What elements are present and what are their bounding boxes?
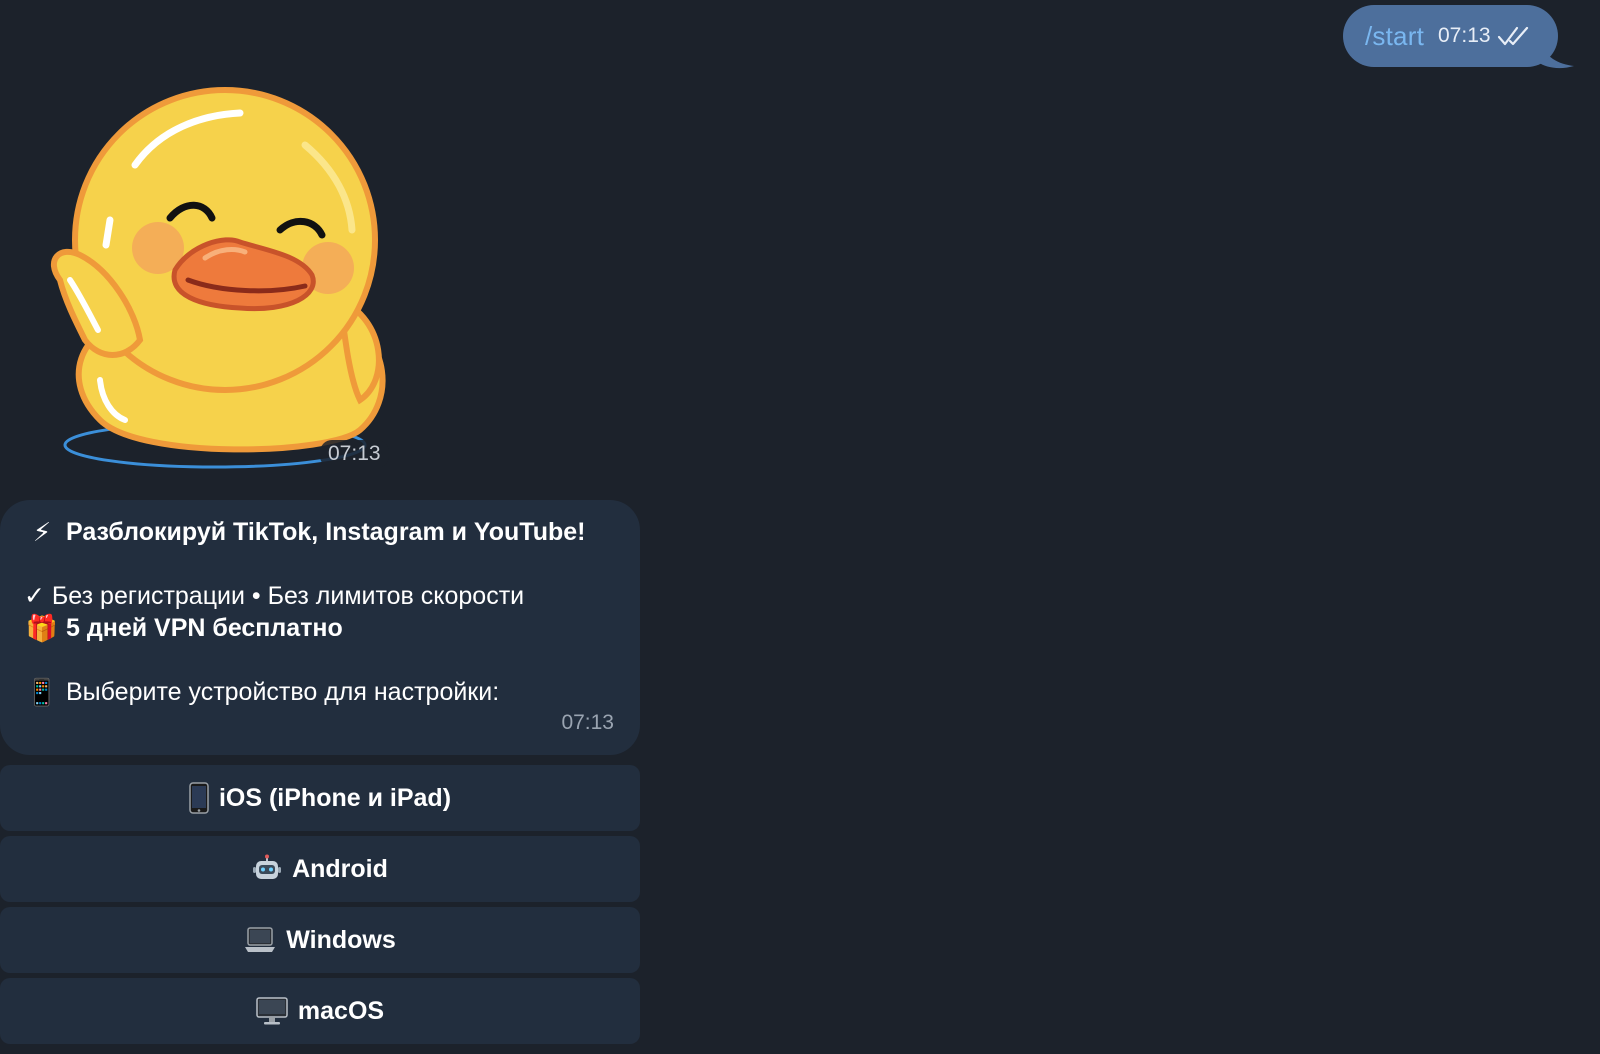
message-time: 07:13 [1438, 24, 1491, 47]
phone-icon: 📱 [25, 677, 59, 707]
phone-icon [189, 782, 209, 814]
double-check-icon [1497, 26, 1528, 46]
command-link[interactable]: /start [1365, 21, 1424, 52]
sticker-time: 07:13 [320, 440, 389, 468]
macos-button-label: macOS [297, 996, 385, 1025]
prompt-text: Выберите устройство для настройки: [66, 678, 500, 706]
gift-icon: 🎁 [25, 613, 59, 643]
headline: Разблокируй TikTok, Instagram и YouTube! [66, 518, 586, 546]
desktop-icon [256, 996, 288, 1026]
macos-button[interactable]: macOS [0, 978, 640, 1044]
windows-button[interactable]: Windows [0, 907, 640, 973]
robot-icon [252, 854, 282, 884]
outgoing-message[interactable]: /start 07:13 [1343, 5, 1558, 67]
android-button-label: Android [292, 854, 388, 883]
features-text: ✓ Без регистрации • Без лимитов скорости [24, 582, 525, 610]
bot-message: ⚡ Разблокируй TikTok, Instagram и YouTub… [0, 500, 640, 755]
android-button[interactable]: Android [0, 836, 640, 902]
windows-button-label: Windows [286, 925, 396, 954]
lightning-icon: ⚡ [32, 517, 52, 547]
gift-line: 🎁 5 дней VPN бесплатно [24, 612, 618, 644]
gift-text: 5 дней VPN бесплатно [66, 614, 343, 642]
ios-button[interactable]: iOS (iPhone и iPad) [0, 765, 640, 831]
headline-line: ⚡ Разблокируй TikTok, Instagram и YouTub… [24, 516, 618, 548]
ios-button-label: iOS (iPhone и iPad) [218, 783, 452, 812]
duck-sticker[interactable] [40, 80, 400, 485]
message-time: 07:13 [561, 711, 614, 734]
prompt-line: 📱 Выберите устройство для настройки: [24, 676, 618, 708]
chat-area: /start 07:13 07:13 ⚡ Разблокируй TikTok,… [0, 0, 1600, 1054]
features-line: ✓ Без регистрации • Без лимитов скорости [24, 580, 618, 612]
laptop-icon [244, 926, 276, 954]
